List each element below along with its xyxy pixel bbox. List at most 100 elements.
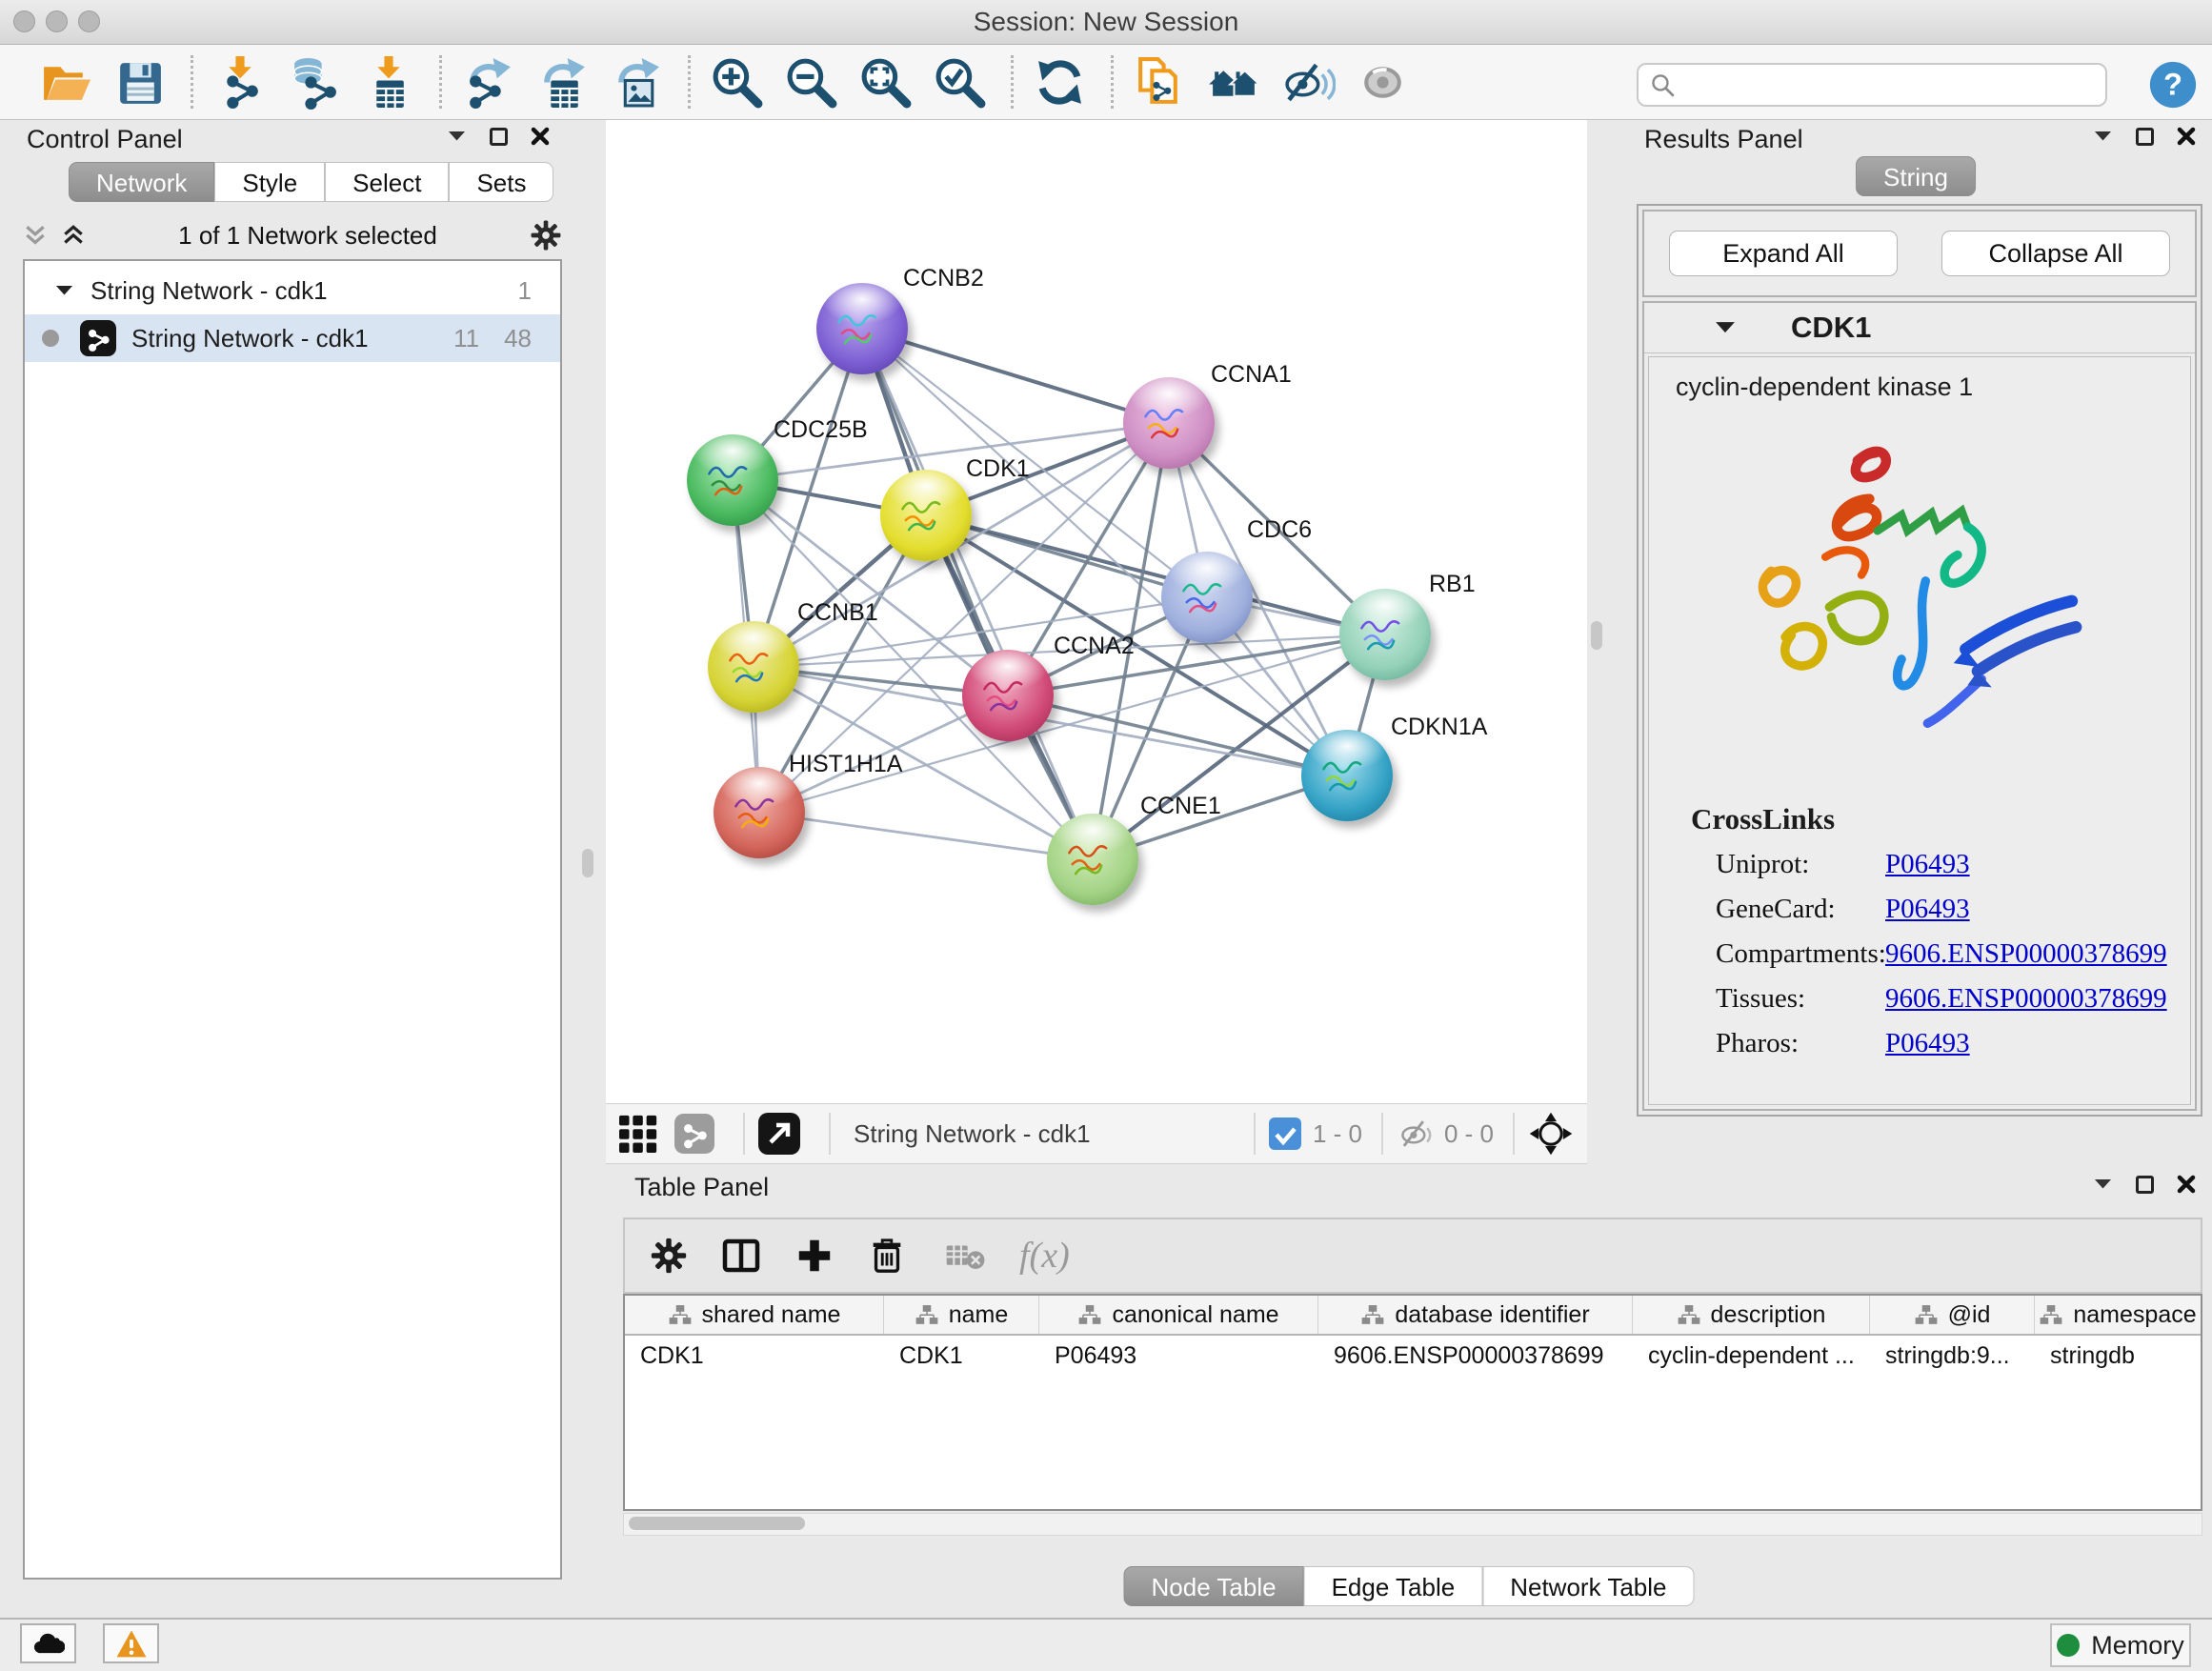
tab-network[interactable]: Network [69,162,214,202]
column-header-name[interactable]: name [884,1296,1039,1334]
panel-float-icon[interactable] [2132,1172,2157,1197]
show-columns-icon[interactable] [720,1235,762,1277]
edge-CCNA2-CDKN1A[interactable] [1008,695,1347,775]
gene-section-header[interactable]: CDK1 [1644,303,2195,353]
save-session-button[interactable] [109,51,170,112]
edge-HIST1H1A-CCNE1[interactable] [759,813,1093,859]
table-options-gear-icon[interactable] [650,1237,688,1275]
table-cell[interactable]: stringdb [2035,1342,2202,1370]
panel-close-icon[interactable] [528,124,553,149]
edge-CCNB2-CCNE1[interactable] [862,329,1093,859]
import-network-file-button[interactable] [209,51,270,112]
export-network-button[interactable] [457,51,518,112]
network-canvas[interactable]: CCNB2CCNA1CDC25BCDK1CDC6RB1CCNB1CCNA2CDK… [606,120,1587,1103]
column-header-database-identifier[interactable]: database identifier [1318,1296,1633,1334]
help-button[interactable]: ? [2147,59,2199,111]
function-builder-button[interactable]: f(x) [1019,1235,1070,1277]
gene-collapse-icon[interactable] [1715,321,1736,333]
node-CCNA2[interactable] [962,650,1054,741]
table-row[interactable]: CDK1CDK1P064939606.ENSP00000378699cyclin… [625,1336,2201,1376]
edge-CDK1-RB1[interactable] [926,515,1385,634]
node-table[interactable]: shared namenamecanonical namedatabase id… [623,1294,2202,1511]
column-header-shared-name[interactable]: shared name [625,1296,884,1334]
tab-select[interactable]: Select [325,162,449,202]
table-cell[interactable]: P06493 [1039,1342,1318,1370]
column-header-namespace[interactable]: namespace [2035,1296,2202,1334]
collection-collapse-icon[interactable] [55,285,73,295]
collapse-all-networks-icon[interactable] [23,224,48,247]
delete-column-icon[interactable] [867,1236,907,1276]
panel-menu-icon[interactable] [2090,1172,2115,1197]
table-cell[interactable]: CDK1 [884,1342,1039,1370]
zoom-out-button[interactable] [780,51,841,112]
panel-float-icon[interactable] [486,124,511,149]
network-row-selected[interactable]: String Network - cdk1 11 48 [25,314,560,362]
open-in-browser-icon[interactable] [758,1113,800,1155]
panel-menu-icon[interactable] [444,124,469,149]
add-column-icon[interactable] [794,1236,835,1276]
group-nodes-button[interactable] [1203,51,1264,112]
import-network-database-button[interactable] [283,51,344,112]
panel-float-icon[interactable] [2132,124,2157,149]
memory-button[interactable]: Memory [2050,1623,2191,1667]
crosslink-link[interactable]: 9606.ENSP00000378699 [1885,983,2167,1015]
table-cell[interactable]: 9606.ENSP00000378699 [1318,1342,1633,1370]
fit-content-crosshair-icon[interactable] [1528,1111,1574,1157]
search-input[interactable] [1684,65,2105,105]
expand-all-button[interactable]: Expand All [1669,231,1898,276]
first-neighbors-button[interactable] [1029,51,1090,112]
birds-eye-view-icon[interactable] [619,1114,659,1154]
zoom-in-button[interactable] [706,51,767,112]
delete-table-icon[interactable] [945,1238,987,1273]
tab-edge-table[interactable]: Edge Table [1304,1566,1483,1606]
network-collection-row[interactable]: String Network - cdk1 1 [25,267,560,314]
panel-close-icon[interactable] [2174,1172,2199,1197]
tab-style[interactable]: Style [214,162,325,202]
node-CCNB1[interactable] [708,621,799,713]
node-CDKN1A[interactable] [1301,730,1393,821]
network-options-gear-icon[interactable] [530,219,562,252]
collapse-all-button[interactable]: Collapse All [1941,231,2170,276]
export-table-button[interactable] [532,51,593,112]
zoom-fit-button[interactable] [855,51,915,112]
column-header-description[interactable]: description [1633,1296,1870,1334]
window-minimize-button[interactable] [46,10,68,32]
show-all-button[interactable] [1352,51,1413,112]
clone-network-button[interactable] [1129,51,1190,112]
window-zoom-button[interactable] [78,10,100,32]
crosslink-link[interactable]: P06493 [1885,849,1970,880]
table-hscrollbar-thumb[interactable] [629,1517,805,1530]
table-hscrollbar[interactable] [623,1513,2202,1536]
column-header-canonical-name[interactable]: canonical name [1039,1296,1318,1334]
table-cell[interactable]: cyclin-dependent ... [1633,1342,1870,1370]
warnings-button[interactable] [103,1623,159,1663]
open-session-button[interactable] [34,51,95,112]
cloud-status-button[interactable] [20,1623,76,1663]
node-CDC25B[interactable] [687,434,778,526]
node-CCNA1[interactable] [1123,377,1215,469]
tab-network-table[interactable]: Network Table [1482,1566,1694,1606]
search-box[interactable] [1637,63,2107,107]
node-CDC6[interactable] [1161,552,1253,643]
hide-selected-button[interactable] [1277,51,1338,112]
import-table-button[interactable] [357,51,418,112]
crosslink-link[interactable]: P06493 [1885,894,1970,925]
crosslink-link[interactable]: 9606.ENSP00000378699 [1885,938,2167,970]
table-cell[interactable]: CDK1 [625,1342,884,1370]
node-CCNB2[interactable] [816,283,908,374]
tab-sets[interactable]: Sets [449,162,553,202]
right-splitter-handle[interactable] [1591,621,1602,650]
tab-node-table[interactable]: Node Table [1124,1566,1304,1606]
crosslink-link[interactable]: P06493 [1885,1028,1970,1059]
zoom-selected-button[interactable] [929,51,990,112]
expand-all-networks-icon[interactable] [61,224,86,247]
tab-string-results[interactable]: String [1856,156,1976,196]
edge-CCNB2-CCNA1[interactable] [862,329,1169,423]
panel-close-icon[interactable] [2174,124,2199,149]
column-header--id[interactable]: @id [1870,1296,2035,1334]
table-cell[interactable]: stringdb:9... [1870,1342,2035,1370]
node-HIST1H1A[interactable] [714,767,805,858]
node-RB1[interactable] [1339,589,1431,680]
selected-checkbox-icon[interactable] [1269,1117,1301,1150]
window-close-button[interactable] [13,10,35,32]
